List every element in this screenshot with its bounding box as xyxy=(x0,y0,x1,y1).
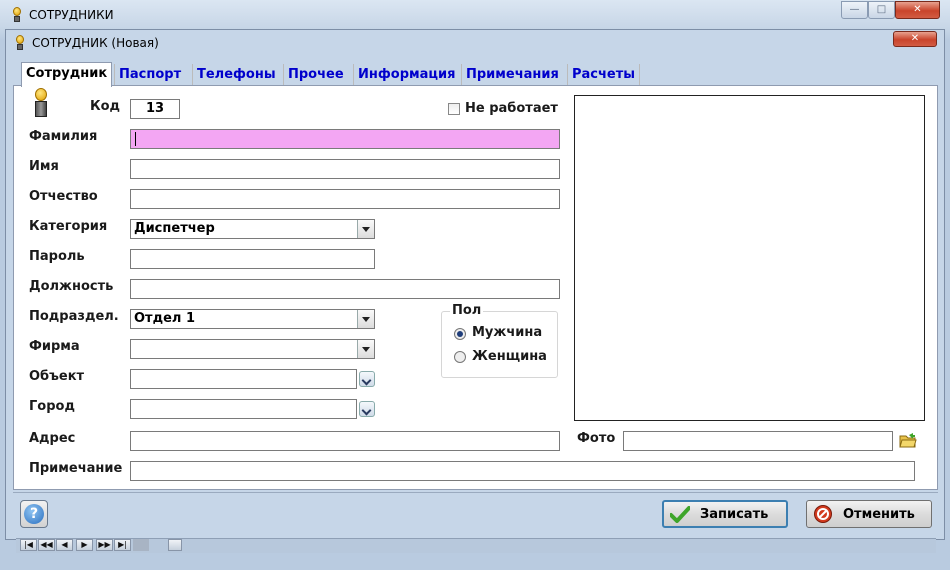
surname-label: Фамилия xyxy=(29,129,98,144)
nav-spacer xyxy=(133,539,149,551)
object-label: Объект xyxy=(29,369,85,384)
not-working-checkbox[interactable] xyxy=(448,103,460,115)
code-field[interactable]: 13 xyxy=(130,99,180,119)
save-label: Записать xyxy=(700,507,769,522)
code-label: Код xyxy=(90,99,121,114)
checkmark-icon xyxy=(670,506,690,523)
category-label: Категория xyxy=(29,219,108,234)
maximize-button[interactable]: □ xyxy=(868,1,895,19)
department-select[interactable]: Отдел 1 xyxy=(130,309,375,329)
cancel-button[interactable]: Отменить xyxy=(806,500,932,528)
tab-employee[interactable]: Сотрудник xyxy=(21,62,112,87)
text-cursor xyxy=(135,132,136,146)
note-label: Примечание xyxy=(29,461,123,476)
city-label: Город xyxy=(29,399,75,414)
category-value: Диспетчер xyxy=(134,221,215,236)
patronymic-label: Отчество xyxy=(29,189,98,204)
male-label[interactable]: Мужчина xyxy=(472,325,542,340)
department-label: Подраздел. xyxy=(29,309,119,324)
cancel-icon xyxy=(814,505,832,523)
object-dropdown-button[interactable] xyxy=(359,371,375,387)
department-value: Отдел 1 xyxy=(134,311,195,326)
navigator-bar xyxy=(16,538,936,553)
password-label: Пароль xyxy=(29,249,85,264)
inner-close-button[interactable]: ✕ xyxy=(893,31,937,47)
name-label: Имя xyxy=(29,159,59,174)
inner-window-title: СОТРУДНИК (Новая) xyxy=(32,36,159,50)
nav-next-page-button[interactable]: ▶▶ xyxy=(96,539,113,551)
tab-information[interactable]: Информация xyxy=(353,64,460,86)
city-field[interactable] xyxy=(130,399,357,419)
chevron-down-icon[interactable] xyxy=(357,340,374,358)
gender-group xyxy=(441,311,558,378)
chevron-down-icon[interactable] xyxy=(357,220,374,238)
open-folder-icon[interactable] xyxy=(899,432,917,448)
tab-payments[interactable]: Расчеты xyxy=(567,64,641,86)
cancel-label: Отменить xyxy=(843,507,915,522)
scrollbar-thumb[interactable] xyxy=(168,539,182,551)
divider xyxy=(13,492,938,493)
nav-prev-page-button[interactable]: ◀◀ xyxy=(38,539,55,551)
employee-icon xyxy=(33,88,49,118)
tab-phones[interactable]: Телефоны xyxy=(192,64,280,86)
password-field[interactable] xyxy=(130,249,375,269)
gender-title: Пол xyxy=(450,303,484,318)
tab-passport[interactable]: Паспорт xyxy=(114,64,185,86)
photo-field[interactable] xyxy=(623,431,893,451)
nav-first-button[interactable]: |◀ xyxy=(20,539,37,551)
chevron-down-icon[interactable] xyxy=(357,310,374,328)
name-field[interactable] xyxy=(130,159,560,179)
position-label: Должность xyxy=(29,279,114,294)
photo-label: Фото xyxy=(577,431,616,446)
patronymic-field[interactable] xyxy=(130,189,560,209)
not-working-label: Не работает xyxy=(465,101,558,116)
save-button[interactable]: Записать xyxy=(662,500,788,528)
nav-prev-button[interactable]: ◀ xyxy=(56,539,73,551)
nav-next-button[interactable]: ▶ xyxy=(76,539,93,551)
tab-notes[interactable]: Примечания xyxy=(461,64,563,86)
surname-field[interactable] xyxy=(130,129,560,149)
help-icon: ? xyxy=(24,504,44,524)
category-select[interactable]: Диспетчер xyxy=(130,219,375,239)
minimize-button[interactable]: — xyxy=(841,1,868,19)
bulb-icon xyxy=(13,35,27,51)
outer-close-button[interactable]: ✕ xyxy=(895,1,940,19)
address-label: Адрес xyxy=(29,431,76,446)
male-radio[interactable] xyxy=(454,328,466,340)
female-radio[interactable] xyxy=(454,351,466,363)
nav-last-button[interactable]: ▶| xyxy=(114,539,131,551)
firm-select[interactable] xyxy=(130,339,375,359)
bulb-icon xyxy=(10,7,24,23)
tab-other[interactable]: Прочее xyxy=(283,64,348,86)
address-field[interactable] xyxy=(130,431,560,451)
note-field[interactable] xyxy=(130,461,915,481)
help-button[interactable]: ? xyxy=(20,500,48,528)
outer-window-title: СОТРУДНИКИ xyxy=(29,8,114,22)
firm-label: Фирма xyxy=(29,339,80,354)
position-field[interactable] xyxy=(130,279,560,299)
city-dropdown-button[interactable] xyxy=(359,401,375,417)
object-field[interactable] xyxy=(130,369,357,389)
female-label[interactable]: Женщина xyxy=(472,349,547,364)
photo-box[interactable] xyxy=(574,95,925,421)
